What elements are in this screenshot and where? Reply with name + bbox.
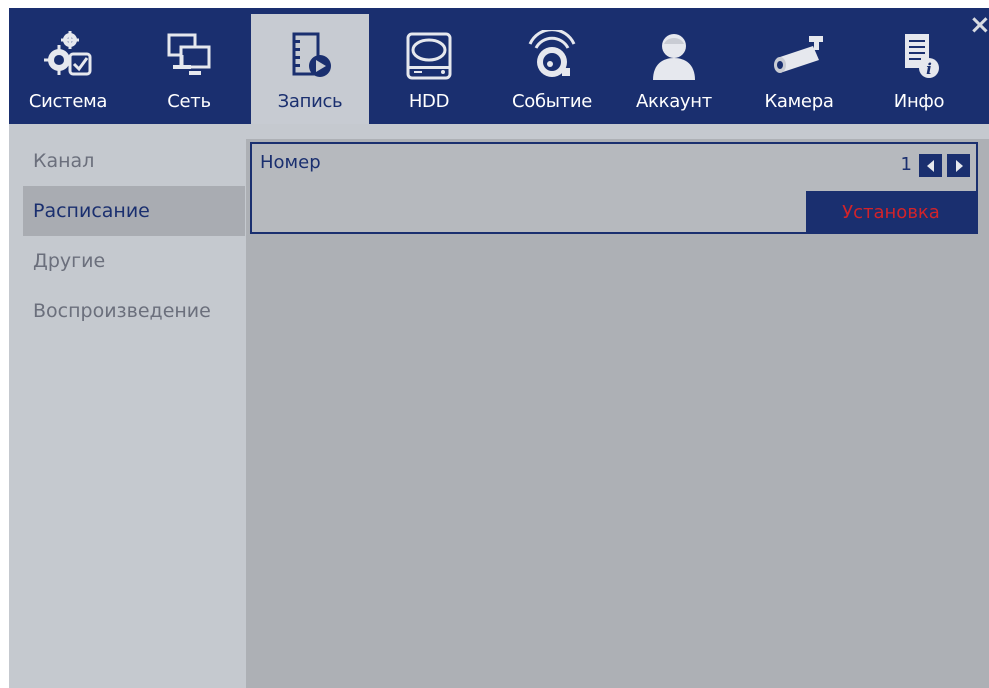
arrow-right-icon xyxy=(955,159,963,172)
hdd-disk-icon xyxy=(370,30,488,82)
event-alarm-icon xyxy=(493,30,611,82)
dvr-settings-window: Система Сеть Запись HDD Событие Аккаунт … xyxy=(0,0,989,688)
tab-camera[interactable]: Камера xyxy=(740,8,858,124)
tab-label: Камера xyxy=(764,91,834,112)
tab-network[interactable]: Сеть xyxy=(130,8,248,124)
sidebar-item-channel[interactable]: Канал xyxy=(23,136,245,186)
schedule-settings-box: Номер 1 Установка xyxy=(250,142,978,234)
record-film-play-icon xyxy=(251,30,369,82)
camera-bullet-icon xyxy=(740,30,858,82)
sidebar-item-other[interactable]: Другие xyxy=(23,236,245,286)
tab-label: Сеть xyxy=(167,91,211,112)
content-area: Канал Расписание Другие Воспроизведение … xyxy=(9,124,989,688)
schedule-panel: Номер 1 Установка xyxy=(246,139,989,688)
arrow-left-icon xyxy=(926,159,934,172)
tab-label: Событие xyxy=(511,91,593,112)
system-gear-check-icon xyxy=(9,30,127,82)
previous-number-button[interactable] xyxy=(919,154,942,177)
top-nav-bar: Система Сеть Запись HDD Событие Аккаунт … xyxy=(9,8,989,132)
tab-account[interactable]: Аккаунт xyxy=(615,8,733,124)
tab-hdd[interactable]: HDD xyxy=(370,8,488,124)
tab-info[interactable]: i Инфо xyxy=(860,8,978,124)
tab-record[interactable]: Запись xyxy=(251,14,369,132)
number-label: Номер xyxy=(260,152,321,173)
tab-label: Инфо xyxy=(893,91,945,112)
number-value: 1 xyxy=(900,154,912,175)
sidebar: Канал Расписание Другие Воспроизведение xyxy=(9,124,249,688)
tab-label: Система xyxy=(28,91,108,112)
next-number-button[interactable] xyxy=(947,154,970,177)
tab-label: Запись xyxy=(277,91,343,112)
setup-button[interactable]: Установка xyxy=(806,191,976,234)
svg-text:i: i xyxy=(926,60,932,78)
sidebar-item-schedule[interactable]: Расписание xyxy=(23,186,245,236)
network-monitors-icon xyxy=(130,30,248,82)
sidebar-item-playback[interactable]: Воспроизведение xyxy=(23,286,245,336)
tab-system[interactable]: Система xyxy=(9,8,127,124)
tab-label: HDD xyxy=(408,91,450,112)
tab-event[interactable]: Событие xyxy=(493,8,611,124)
account-user-icon xyxy=(615,30,733,82)
tab-label: Аккаунт xyxy=(636,91,712,112)
info-document-icon: i xyxy=(860,30,978,82)
close-button[interactable]: × xyxy=(969,12,989,38)
